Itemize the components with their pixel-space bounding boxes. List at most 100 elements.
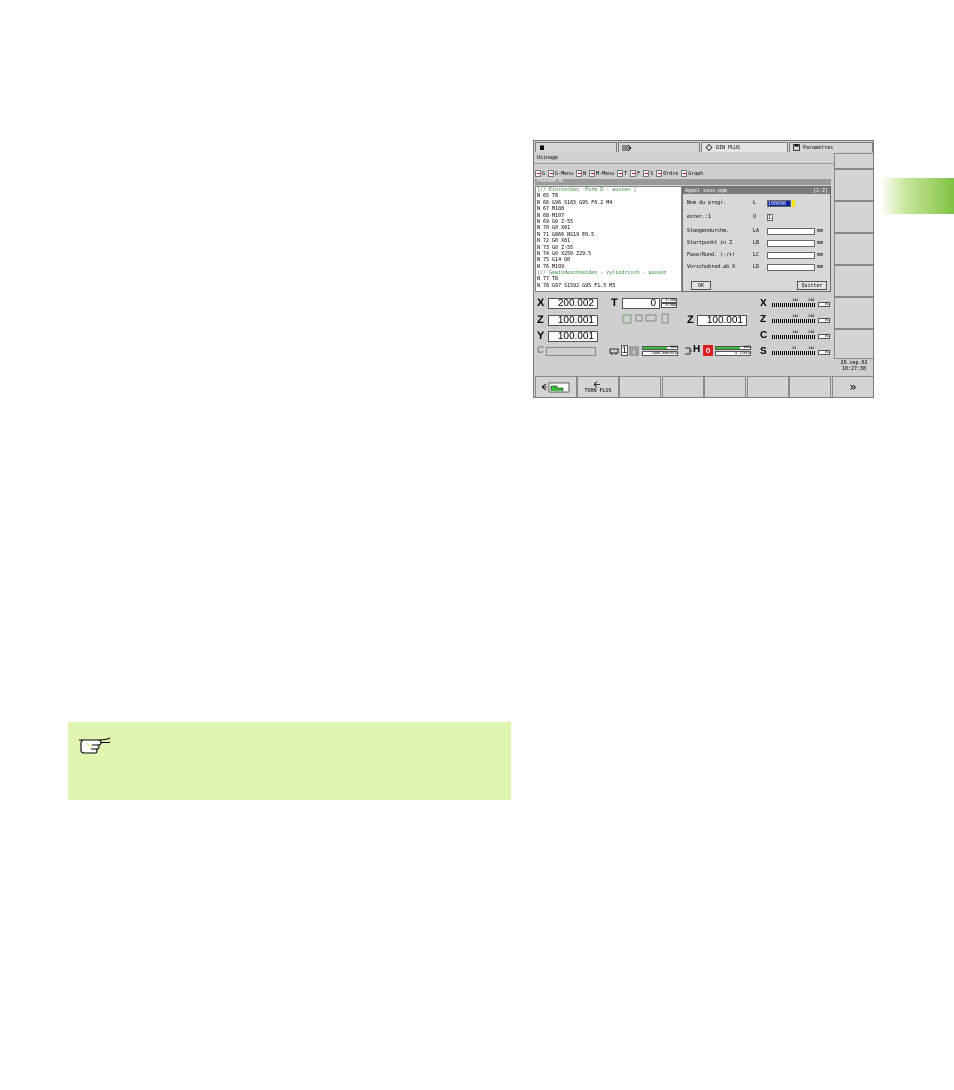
load-meter-scale: 200 xyxy=(808,330,815,334)
axis-c-label: C xyxy=(537,345,545,356)
load-meter-label: Z xyxy=(760,314,767,325)
softkey-right-0[interactable] xyxy=(834,153,873,169)
dialog-row: exter.:1 U 1 xyxy=(687,213,775,221)
toolbar-ordre[interactable]: Ordre xyxy=(656,170,678,177)
toolbar-f[interactable]: F xyxy=(630,170,640,177)
toolbar-n[interactable]: N xyxy=(576,170,586,177)
softkey-7[interactable] xyxy=(789,376,831,397)
softkey-5[interactable] xyxy=(704,376,746,397)
tab-automatic[interactable] xyxy=(618,142,700,152)
dialog-row: Vorschubred.ab X LD mm xyxy=(687,263,823,271)
dialog-row-label: Vorschubred.ab X xyxy=(687,264,736,270)
load-meter-scale: 200 xyxy=(808,314,815,318)
axis-c-value xyxy=(546,347,596,356)
softkey-right-4[interactable] xyxy=(834,265,873,297)
axis-z-label: Z xyxy=(537,314,544,326)
arrow-right-icon xyxy=(622,144,632,151)
dialog-row-label: Nom du progr. xyxy=(687,200,727,206)
dialog-row-input[interactable] xyxy=(767,251,815,259)
spindle-h-label: H xyxy=(693,344,701,355)
toolbar-m-menu[interactable]: M-Menu xyxy=(589,170,614,177)
program-icon xyxy=(705,144,713,151)
disk-icon xyxy=(793,144,800,151)
tab-parametres[interactable]: Paramètres xyxy=(789,142,873,152)
softkey-right-1[interactable] xyxy=(834,169,873,201)
softkey-right-3[interactable] xyxy=(834,233,873,265)
program-line[interactable]: N 78 G97 S1592 G95 F1.5 M3 xyxy=(536,283,681,289)
toolbar-g-menu[interactable]: G-Menu xyxy=(548,170,573,177)
softkey-contour[interactable] xyxy=(535,376,577,397)
dialog-row-label: exter.:1 xyxy=(687,214,712,220)
softkey-turn-plus[interactable]: TURN PLUS xyxy=(577,376,619,397)
axis-z-value: 100.001 xyxy=(548,315,598,326)
axis-y-label: Y xyxy=(537,330,545,342)
menu-bar: Usinage xyxy=(534,153,837,164)
dialog-title: Appel sous-pgm xyxy=(685,187,728,194)
f-icon xyxy=(630,170,637,177)
n-icon xyxy=(576,170,583,177)
dialog-row: Stangendurchm. LA mm xyxy=(687,227,823,235)
load-meter-scale: 100 xyxy=(792,314,799,318)
file-bar: PROGRAM.NC xyxy=(535,179,831,185)
hand-icon xyxy=(540,145,544,150)
dialog-row-input[interactable]: 100098 xyxy=(767,199,791,207)
toolbar-s[interactable]: S xyxy=(643,170,653,177)
softkey-right-6[interactable] xyxy=(834,329,873,359)
tool-t-label: T xyxy=(611,297,618,309)
dialog-row-code: LC xyxy=(753,252,760,258)
softkey-3[interactable] xyxy=(619,376,661,397)
t-icon xyxy=(617,170,624,177)
load-meter-scale: 200 xyxy=(808,298,815,302)
tab-manual[interactable] xyxy=(535,142,617,152)
turnplus-icon xyxy=(593,380,600,388)
softkey-next[interactable]: » xyxy=(832,376,873,397)
axis-x-label: X xyxy=(537,297,545,309)
softkey-4[interactable] xyxy=(662,376,704,397)
dialog-row-input[interactable] xyxy=(767,263,815,271)
dialog-row-unit: mm xyxy=(817,264,824,270)
dialog-row-unit: mm xyxy=(817,252,824,258)
g-menu-icon xyxy=(548,170,555,177)
datetime: 20.sep.02 10:27:38 xyxy=(834,360,873,375)
load-meter-scale: 100 xyxy=(808,346,815,350)
axis-z2-value: 100.001 xyxy=(697,315,747,326)
dialog-row: Nom du progr. L 100098 xyxy=(687,199,797,207)
load-meter-pct: 0% xyxy=(818,318,830,323)
tab-din-plus[interactable]: DIN PLUS xyxy=(701,142,788,152)
program-editor[interactable]: [// Einstechen -Form D - aussen ] N 65 T8… xyxy=(535,186,682,292)
dialog-row-code: LD xyxy=(753,264,760,270)
dialog-row: Startpunkt in Z LB mm xyxy=(687,239,823,247)
ok-button[interactable]: OK xyxy=(691,281,711,290)
load-meter-bar xyxy=(772,319,816,323)
menu-usinage[interactable]: Usinage xyxy=(537,155,558,161)
toolbar-g[interactable]: G xyxy=(535,170,545,177)
load-meter-pct: 0% xyxy=(818,334,830,339)
spindle-stop-icon xyxy=(703,345,713,356)
input-cursor xyxy=(792,199,795,207)
toolbar-graph[interactable]: Graph xyxy=(681,170,703,177)
dialog-row-input[interactable] xyxy=(767,227,815,235)
dialog-row-label: Startpunkt in Z xyxy=(687,240,733,246)
control-screen: DIN PLUS Paramètres Usinage G G-Menu N M… xyxy=(533,140,874,398)
quit-button[interactable]: Quitter xyxy=(797,281,827,290)
dialog-row-code: U xyxy=(753,214,757,220)
time-text: 10:27:38 xyxy=(841,366,867,372)
load-meter-pct: 0% xyxy=(818,302,830,307)
dialog-row-code: L xyxy=(753,200,757,206)
load-meter-bar xyxy=(772,351,816,355)
softkey-right-5[interactable] xyxy=(834,297,873,329)
chapter-tab xyxy=(880,178,954,214)
ordre-icon xyxy=(656,170,663,177)
axis-z2-label: Z xyxy=(687,314,694,326)
pointing-hand-icon xyxy=(79,737,111,754)
toolbar-t[interactable]: T xyxy=(617,170,627,177)
load-meter-scale: 50 xyxy=(792,346,797,350)
dialog-row-input[interactable]: 1 xyxy=(767,213,773,221)
dialog-row-input[interactable] xyxy=(767,239,815,247)
softkey-6[interactable] xyxy=(747,376,789,397)
s-icon xyxy=(643,170,650,177)
tool-offset-2: 0.000 xyxy=(661,303,677,308)
next-icon: » xyxy=(849,380,857,394)
load-meter-label: S xyxy=(760,346,767,357)
softkey-right-2[interactable] xyxy=(834,201,873,233)
